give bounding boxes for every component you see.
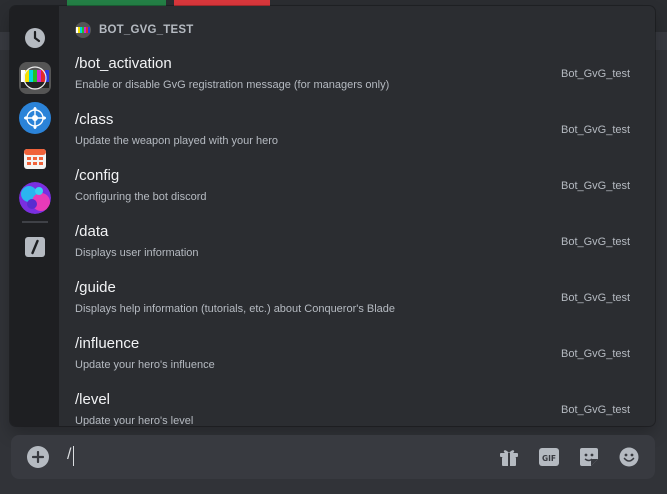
command-name: /level <box>75 391 111 408</box>
network-app-icon[interactable] <box>19 102 51 134</box>
command-name: /class <box>75 111 114 128</box>
command-item-level[interactable]: /level Update your hero's level Bot_GvG_… <box>59 382 649 426</box>
command-description: Update your hero's level <box>75 415 194 426</box>
command-name: /bot_activation <box>75 55 172 72</box>
command-name: /data <box>75 223 109 240</box>
command-source: Bot_GvG_test <box>561 68 631 80</box>
command-item-guide[interactable]: /guide Displays help information (tutori… <box>59 270 649 326</box>
slash-command-autocomplete: BOT_GVG_TEST /bot_activation Enable or d… <box>10 6 655 426</box>
command-description: Enable or disable GvG registration messa… <box>75 79 390 91</box>
colorful-app-icon[interactable] <box>19 182 51 214</box>
command-name: /influence <box>75 335 140 352</box>
command-source: Bot_GvG_test <box>561 292 631 304</box>
command-list: BOT_GVG_TEST /bot_activation Enable or d… <box>59 6 655 426</box>
emoji-icon[interactable] <box>618 446 640 468</box>
command-source: Bot_GvG_test <box>561 236 631 248</box>
command-source: Bot_GvG_test <box>561 124 631 136</box>
command-description: Displays help information (tutorials, et… <box>75 303 396 315</box>
command-description: Configuring the bot discord <box>75 191 207 203</box>
command-name: /guide <box>75 279 116 296</box>
gift-icon[interactable] <box>498 446 520 468</box>
command-item-config[interactable]: /config Configuring the bot discord Bot_… <box>59 158 649 214</box>
gif-label: GIF <box>542 454 556 463</box>
sticker-icon[interactable] <box>578 446 600 468</box>
bot-avatar <box>75 22 91 38</box>
command-item-class[interactable]: /class Update the weapon played with you… <box>59 102 649 158</box>
command-source: Bot_GvG_test <box>561 348 631 360</box>
command-description: Displays user information <box>75 247 199 259</box>
command-description: Update your hero's influence <box>75 359 215 371</box>
command-source: Bot_GvG_test <box>561 180 631 192</box>
command-item-bot-activation[interactable]: /bot_activation Enable or disable GvG re… <box>59 46 649 102</box>
command-source: Bot_GvG_test <box>561 404 631 416</box>
command-item-data[interactable]: /data Displays user information Bot_GvG_… <box>59 214 649 270</box>
section-title: BOT_GVG_TEST <box>99 24 194 36</box>
test-pattern-app-icon[interactable] <box>19 62 51 94</box>
calendar-app-icon[interactable] <box>19 142 51 174</box>
add-icon[interactable] <box>27 446 49 468</box>
message-input[interactable]: / <box>67 446 71 464</box>
command-source-rail <box>10 6 59 426</box>
command-item-influence[interactable]: /influence Update your hero's influence … <box>59 326 649 382</box>
gif-icon[interactable]: GIF <box>538 446 560 468</box>
command-name: /config <box>75 167 120 184</box>
rail-divider <box>22 221 48 223</box>
slash-commands-icon[interactable] <box>19 231 51 263</box>
command-description: Update the weapon played with your hero <box>75 135 279 147</box>
command-section-header: BOT_GVG_TEST <box>75 22 193 38</box>
text-caret <box>73 446 74 466</box>
message-composer: / GIF <box>11 435 655 479</box>
recent-icon[interactable] <box>19 22 51 54</box>
